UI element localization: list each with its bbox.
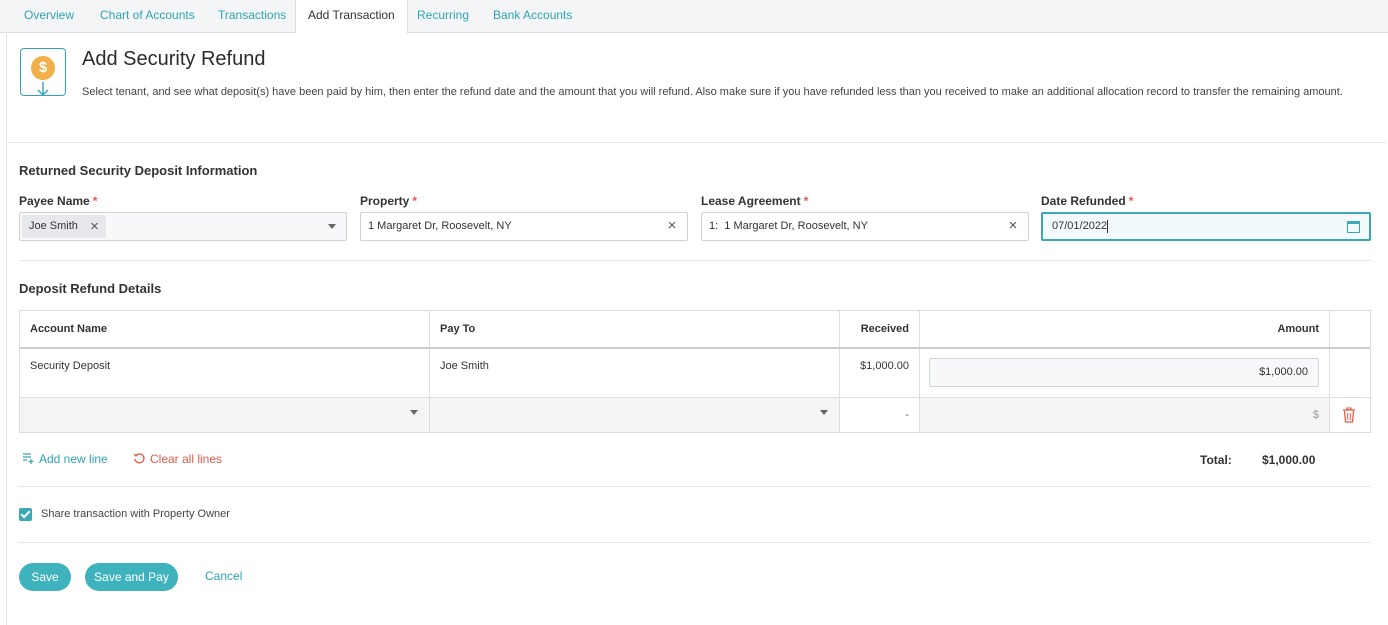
chevron-down-icon[interactable] [820, 410, 828, 415]
property-value: 1 Margaret Dr, Roosevelt, NY [368, 220, 512, 232]
share-checkbox-label[interactable]: Share transaction with Property Owner [41, 508, 230, 520]
payee-chip: Joe Smith × [22, 215, 106, 238]
date-value: 07/01/2022 [1052, 220, 1108, 232]
col-header-pay-to: Pay To [430, 311, 840, 347]
section-title-refund-details: Deposit Refund Details [19, 281, 162, 296]
clear-property-icon[interactable]: × [665, 218, 679, 233]
tab-bank-accounts[interactable]: Bank Accounts [481, 0, 584, 33]
payee-chip-label: Joe Smith [29, 220, 78, 232]
divider [8, 142, 1386, 143]
calendar-icon[interactable] [1347, 221, 1360, 233]
share-checkbox[interactable] [19, 508, 32, 521]
clear-lease-icon[interactable]: × [1006, 218, 1020, 233]
divider [19, 486, 1371, 487]
col-header-received: Received [840, 311, 920, 347]
clear-all-lines-button[interactable]: Clear all lines [133, 452, 222, 466]
remove-payee-icon[interactable]: × [90, 215, 99, 238]
add-new-line-button[interactable]: Add new line [22, 452, 108, 466]
lease-select[interactable]: 1: 1 Margaret Dr, Roosevelt, NY × [701, 212, 1029, 241]
tab-add-transaction[interactable]: Add Transaction [295, 0, 408, 34]
cancel-button[interactable]: Cancel [205, 569, 242, 583]
cell-received-empty: - [840, 398, 920, 432]
arrow-down-icon [37, 82, 49, 96]
page-title: Add Security Refund [82, 48, 266, 70]
tab-transactions[interactable]: Transactions [206, 0, 298, 33]
col-header-actions [1330, 311, 1370, 347]
dollar-refund-icon: $ [20, 48, 66, 96]
cell-pay-to: Joe Smith [430, 349, 840, 397]
property-label: Property * [360, 194, 418, 208]
add-lines-icon [23, 453, 34, 464]
tab-chart-of-accounts[interactable]: Chart of Accounts [88, 0, 207, 33]
clear-all-lines-label: Clear all lines [150, 452, 223, 466]
lease-label: Lease Agreement * [701, 194, 809, 208]
cell-received: $1,000.00 [840, 349, 920, 397]
divider [19, 260, 1371, 261]
add-new-line-label: Add new line [39, 452, 108, 466]
coin-icon: $ [31, 56, 55, 80]
trash-icon[interactable] [1339, 407, 1359, 423]
payee-select[interactable]: Joe Smith × [19, 212, 347, 241]
cell-account: Security Deposit [20, 349, 430, 397]
total-value: $1,000.00 [1262, 453, 1316, 467]
tab-overview[interactable]: Overview [12, 0, 86, 33]
chevron-down-icon[interactable] [328, 224, 336, 229]
save-and-pay-button[interactable]: Save and Pay [85, 563, 178, 591]
property-select[interactable]: 1 Margaret Dr, Roosevelt, NY × [360, 212, 688, 241]
total-label: Total: [1200, 453, 1232, 467]
divider [19, 542, 1371, 543]
tab-recurring[interactable]: Recurring [405, 0, 481, 33]
amount-input[interactable]: $1,000.00 [929, 358, 1319, 387]
col-header-account: Account Name [20, 311, 430, 347]
refund-table: Account Name Pay To Received Amount Secu… [19, 310, 1371, 433]
tab-bar: Overview Chart of Accounts Transactions … [0, 0, 1388, 34]
section-title-deposit-info: Returned Security Deposit Information [19, 163, 258, 178]
undo-icon [133, 453, 145, 464]
payee-label: Payee Name * [19, 194, 98, 208]
pay-to-select[interactable] [430, 398, 840, 432]
page-description: Select tenant, and see what deposit(s) h… [82, 86, 1343, 98]
date-label: Date Refunded * [1041, 194, 1134, 208]
chevron-down-icon[interactable] [410, 410, 418, 415]
lease-value: 1: 1 Margaret Dr, Roosevelt, NY [709, 220, 868, 232]
save-button[interactable]: Save [19, 563, 71, 591]
date-refunded-input[interactable]: 07/01/2022 [1041, 212, 1371, 241]
account-select[interactable] [20, 398, 430, 432]
amount-input-empty[interactable]: $ [920, 398, 1330, 432]
col-header-amount: Amount [920, 311, 1330, 347]
